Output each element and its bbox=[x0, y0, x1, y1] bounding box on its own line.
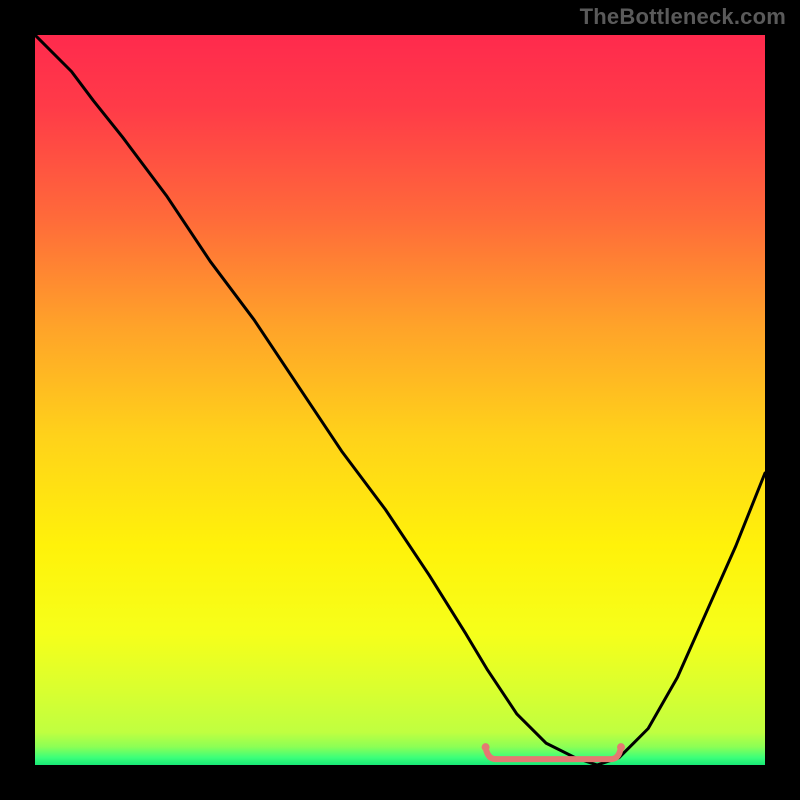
watermark-label: TheBottleneck.com bbox=[580, 4, 786, 30]
gradient-background bbox=[35, 35, 765, 765]
bottleneck-chart bbox=[35, 35, 765, 765]
chart-container: TheBottleneck.com bbox=[0, 0, 800, 800]
plot-area bbox=[35, 35, 765, 765]
